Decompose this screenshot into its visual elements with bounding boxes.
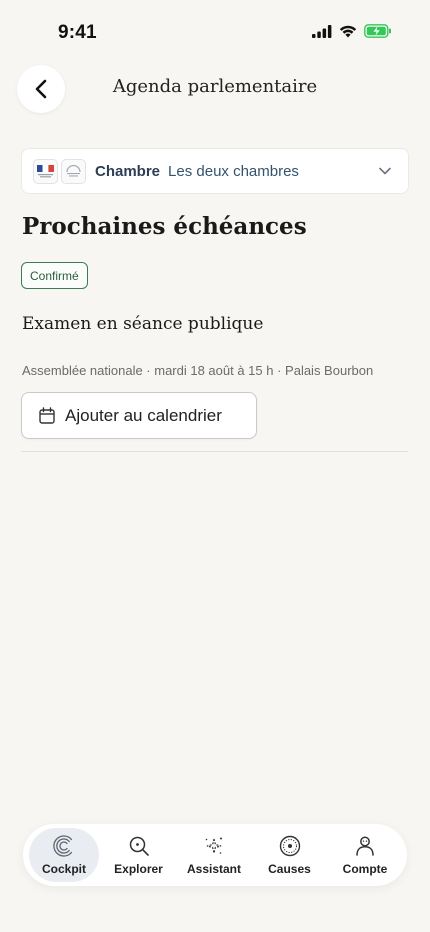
cellular-signal-icon <box>312 24 332 38</box>
chevron-down-icon <box>379 167 391 175</box>
status-icons <box>312 24 392 38</box>
status-badge: Confirmé <box>21 262 88 289</box>
nav-item-explorer[interactable]: Explorer <box>103 828 175 882</box>
chamber-value: Les deux chambres <box>168 162 299 180</box>
calendar-icon <box>39 407 55 424</box>
chamber-select[interactable]: Chambre Les deux chambres <box>21 148 409 194</box>
section-title: Prochaines échéances <box>22 213 307 240</box>
add-to-calendar-label: Ajouter au calendrier <box>65 405 222 425</box>
nav-item-assistant[interactable]: Assistant <box>178 828 250 882</box>
wifi-icon <box>339 25 357 37</box>
nav-item-compte[interactable]: Compte <box>329 828 401 882</box>
add-to-calendar-button[interactable]: Ajouter au calendrier <box>21 392 257 439</box>
page-title: Agenda parlementaire <box>112 76 318 97</box>
senat-logo <box>61 158 86 184</box>
status-time: 9:41 <box>58 22 97 43</box>
divider <box>21 451 408 452</box>
nav-item-cockpit[interactable]: Cockpit <box>29 828 99 882</box>
assemblee-nationale-logo <box>33 158 58 184</box>
search-icon <box>129 836 149 856</box>
battery-charging-icon <box>364 24 391 38</box>
nav-label-compte: Compte <box>342 862 388 876</box>
event-meta: Assemblée nationale · mardi 18 août à 15… <box>22 363 374 378</box>
chamber-label: Chambre <box>95 162 161 180</box>
nav-label-cockpit: Cockpit <box>41 862 86 876</box>
nav-item-causes[interactable]: Causes <box>254 828 326 882</box>
sparkle-icon <box>205 837 222 854</box>
nav-label-assistant: Assistant <box>186 862 242 876</box>
status-bar: 9:41 <box>0 0 430 54</box>
cockpit-icon <box>53 835 73 857</box>
bottom-nav: Cockpit Explorer Assistant Causes Compte <box>23 824 407 886</box>
nav-label-causes: Causes <box>268 862 311 876</box>
user-icon <box>356 836 374 856</box>
causes-icon <box>279 835 300 857</box>
nav-label-explorer: Explorer <box>114 862 163 876</box>
event-title: Examen en séance publique <box>22 314 264 334</box>
